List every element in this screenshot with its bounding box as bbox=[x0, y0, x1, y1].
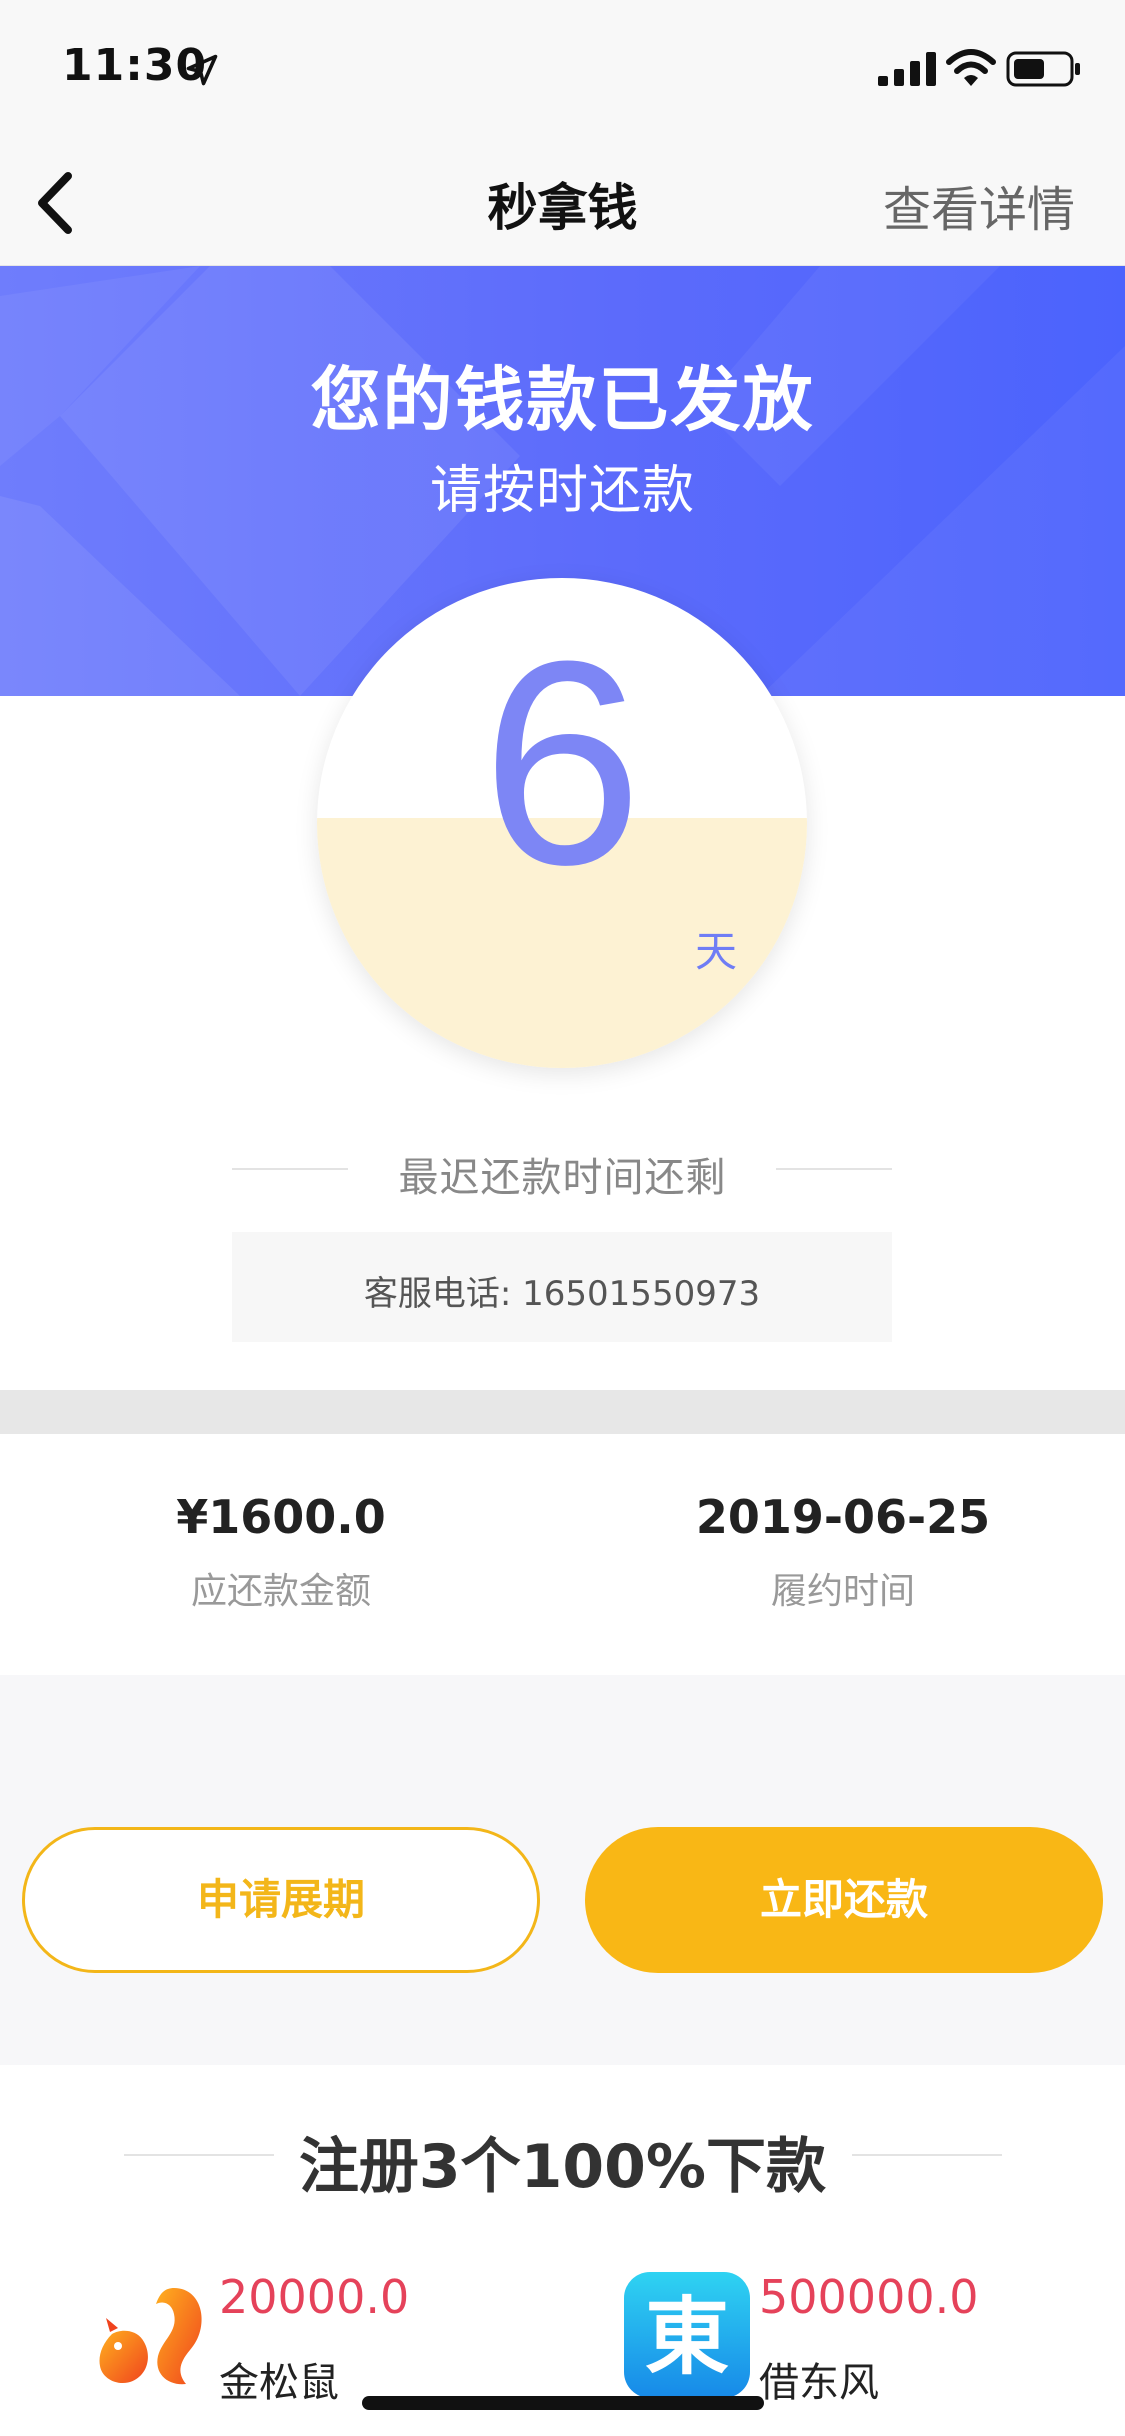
due-date-block: 2019-06-25 履约时间 bbox=[663, 1490, 1023, 1614]
promo-app-name: 借东风 bbox=[759, 2360, 879, 2406]
action-area: 申请展期 立即还款 bbox=[0, 1675, 1125, 2065]
customer-service-box: 客服电话: 16501550973 bbox=[232, 1232, 892, 1342]
wifi-icon bbox=[946, 49, 996, 86]
view-details-link[interactable]: 查看详情 bbox=[883, 170, 1075, 240]
battery-icon bbox=[1006, 51, 1080, 87]
days-unit: 天 bbox=[695, 927, 738, 976]
promo-app-amount: 20000.0 bbox=[219, 2270, 410, 2324]
days-remaining: 6 bbox=[481, 601, 643, 925]
promo-divider-right bbox=[852, 2154, 1002, 2156]
hero-title: 您的钱款已发放 bbox=[310, 359, 815, 441]
due-date-value: 2019-06-25 bbox=[695, 1490, 991, 1544]
location-arrow-icon bbox=[186, 54, 218, 86]
promo-app-amount: 500000.0 bbox=[759, 2270, 979, 2324]
divider-right bbox=[776, 1168, 892, 1170]
repay-amount-block: ¥1600.0 应还款金额 bbox=[131, 1490, 431, 1614]
promo-title: 注册3个100%下款 bbox=[298, 2132, 827, 2202]
repay-amount-value: ¥1600.0 bbox=[176, 1490, 386, 1544]
due-date-label: 履约时间 bbox=[770, 1571, 915, 1612]
home-indicator[interactable] bbox=[362, 2396, 764, 2410]
promo-app-name: 金松鼠 bbox=[219, 2360, 339, 2406]
remaining-caption: 最迟还款时间还剩 bbox=[398, 1155, 727, 1201]
repay-now-button[interactable]: 立即还款 bbox=[585, 1827, 1103, 1973]
dongfeng-logo-icon: 東 bbox=[624, 2272, 750, 2398]
cellular-signal-icon bbox=[878, 52, 936, 86]
customer-service-phone[interactable]: 客服电话: 16501550973 bbox=[232, 1266, 892, 1315]
dongfeng-logo-glyph: 東 bbox=[645, 2288, 729, 2386]
section-separator bbox=[0, 1390, 1125, 1434]
repay-amount-label: 应还款金额 bbox=[190, 1571, 371, 1612]
navigation-bar: 秒拿钱 查看详情 bbox=[0, 140, 1125, 266]
hero-subtitle: 请按时还款 bbox=[429, 461, 695, 521]
status-bar: 11:30 bbox=[0, 0, 1125, 140]
squirrel-logo-icon bbox=[99, 2288, 202, 2385]
apply-extension-button[interactable]: 申请展期 bbox=[22, 1827, 540, 1973]
countdown-circle: 6 天 bbox=[317, 578, 807, 1068]
